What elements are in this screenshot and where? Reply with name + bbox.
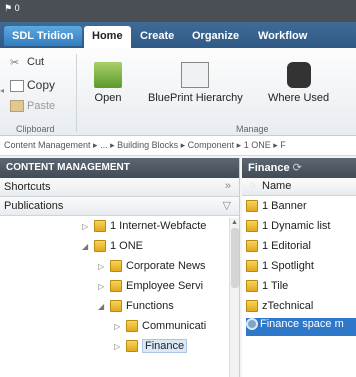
filter-icon[interactable]: ▽	[223, 199, 231, 212]
expand-arrow-icon[interactable]: ▷	[98, 282, 110, 291]
publications-section[interactable]: Publications ▽	[0, 197, 239, 216]
collapse-arrow-icon[interactable]: ◢	[82, 242, 94, 251]
manage-group-label: Manage	[236, 124, 269, 134]
column-header-name[interactable]: ◌ Name	[242, 178, 356, 196]
open-folder-icon	[94, 62, 122, 88]
list-item[interactable]: zTechnical	[246, 300, 356, 318]
folder-icon	[246, 260, 258, 273]
paste-button[interactable]: Paste	[10, 100, 55, 113]
tree-item-1-one[interactable]: ◢ 1 ONE	[82, 240, 143, 260]
list-item[interactable]: 1 Dynamic list	[246, 220, 356, 238]
sort-icon: ◌	[250, 180, 256, 190]
chevron-double-down-icon[interactable]: »	[225, 180, 231, 192]
shortcuts-section[interactable]: Shortcuts »	[0, 178, 239, 197]
folder-icon	[94, 240, 106, 253]
collapse-arrow-icon[interactable]: ◢	[98, 302, 110, 311]
tab-create[interactable]: Create	[132, 26, 182, 48]
publication-tree: ▷ 1 Internet-Webfacte ◢ 1 ONE ▷ Corporate N…	[0, 218, 228, 377]
tree-item-communications[interactable]: ▷ Communicati	[114, 320, 206, 340]
title-bar: ⚑ 0	[0, 0, 356, 22]
tree-item-1-internet-webfacte[interactable]: ▷ 1 Internet-Webfacte	[82, 220, 206, 240]
folder-icon	[126, 340, 138, 353]
folder-icon	[246, 300, 258, 313]
list-item[interactable]: 1 Tile	[246, 280, 356, 298]
tree-item-employee-services[interactable]: ▷ Employee Servi	[98, 280, 203, 300]
tree-scrollbar[interactable]: ▲	[229, 218, 239, 377]
breadcrumb[interactable]: Content Management ▸ ... ▸ Building Bloc…	[0, 136, 356, 156]
expand-arrow-icon[interactable]: ▷	[82, 222, 94, 231]
gear-icon	[246, 318, 258, 331]
expand-arrow-icon[interactable]: ▷	[114, 322, 126, 331]
items-panel: Finance ⟳ ◌ Name 1 Banner 1 Dynamic list…	[242, 158, 356, 377]
open-button[interactable]: Open	[94, 62, 122, 104]
folder-icon	[246, 280, 258, 293]
blueprint-icon	[181, 62, 210, 88]
folder-icon	[246, 200, 258, 213]
list-item[interactable]: 1 Editorial	[246, 240, 356, 258]
folder-icon	[94, 220, 106, 233]
flag-icon: ⚑	[4, 3, 15, 13]
title-text: 0	[14, 3, 20, 13]
expand-arrow-icon[interactable]: ▷	[98, 262, 110, 271]
folder-icon	[110, 260, 122, 273]
content-management-header: CONTENT MANAGEMENT	[0, 158, 239, 178]
binoculars-icon	[286, 62, 311, 88]
paste-icon	[10, 100, 24, 113]
list-item[interactable]: 1 Banner	[246, 200, 356, 218]
navigation-panel: CONTENT MANAGEMENT Shortcuts » Publicati…	[0, 158, 240, 377]
tab-home[interactable]: Home	[84, 26, 131, 48]
list-item-selected[interactable]: Finance space m	[246, 318, 356, 336]
scroll-up-icon[interactable]: ▲	[231, 219, 238, 226]
folder-icon	[110, 300, 122, 313]
tab-workflow[interactable]: Workflow	[250, 26, 315, 48]
refresh-icon[interactable]: ⟳	[293, 162, 302, 174]
tree-item-finance[interactable]: ▷ Finance	[114, 339, 188, 360]
clipboard-group-label: Clipboard	[16, 124, 55, 134]
folder-header: Finance ⟳	[242, 158, 356, 178]
ribbon-tab-bar: SDL Tridion Home Create Organize Workflo…	[0, 22, 356, 48]
brand-tab[interactable]: SDL Tridion	[4, 26, 82, 46]
list-item[interactable]: 1 Spotlight	[246, 260, 356, 278]
folder-icon	[126, 320, 138, 333]
tree-item-functions[interactable]: ◢ Functions	[98, 300, 174, 320]
scissors-icon: ✂	[10, 57, 20, 70]
scrollbar-thumb[interactable]	[231, 228, 239, 288]
folder-icon	[246, 240, 258, 253]
where-used-button[interactable]: Where Used	[268, 62, 329, 104]
folder-icon	[110, 280, 122, 293]
tree-item-corporate-news[interactable]: ▷ Corporate News	[98, 260, 205, 280]
expand-arrow-icon[interactable]: ▷	[114, 342, 126, 351]
ribbon-divider	[76, 54, 77, 132]
tab-organize[interactable]: Organize	[184, 26, 247, 48]
ribbon-scroll-left-icon[interactable]: ◂	[0, 86, 4, 95]
cut-button[interactable]: ✂ Cut	[10, 56, 44, 70]
folder-icon	[246, 220, 258, 233]
blueprint-hierarchy-button[interactable]: BluePrint Hierarchy	[148, 62, 243, 104]
copy-icon	[10, 79, 24, 92]
ribbon-toolbar: ◂ ✂ Cut Copy Paste Clipboard Open BluePri…	[0, 48, 356, 136]
copy-button[interactable]: Copy	[10, 78, 55, 92]
